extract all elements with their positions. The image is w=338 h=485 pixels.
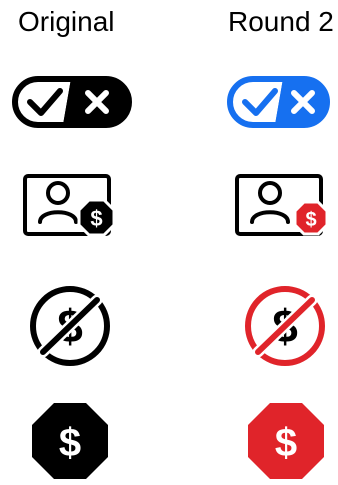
icon-comparison: Original Round 2 $ $ $ $ bbox=[0, 0, 338, 485]
no-dollar-icon-original: $ bbox=[30, 286, 110, 366]
user-card-dollar-icon-original: $ bbox=[23, 174, 116, 237]
dollar-octagon-icon-original: $ bbox=[32, 403, 108, 479]
no-dollar-icon-round-2: $ bbox=[245, 286, 325, 366]
dollar-glyph: $ bbox=[59, 421, 81, 465]
user-card-dollar-icon-round-2: $ bbox=[235, 174, 329, 236]
toggle-check-x-icon-round-2 bbox=[227, 76, 330, 128]
toggle-check-x-icon-original bbox=[12, 76, 132, 128]
column-heading-original: Original bbox=[18, 6, 115, 37]
column-heading-round-2: Round 2 bbox=[228, 6, 334, 37]
dollar-glyph: $ bbox=[90, 206, 102, 231]
dollar-octagon-icon-round-2: $ bbox=[248, 403, 324, 479]
dollar-glyph: $ bbox=[305, 209, 316, 231]
dollar-glyph: $ bbox=[275, 421, 297, 465]
